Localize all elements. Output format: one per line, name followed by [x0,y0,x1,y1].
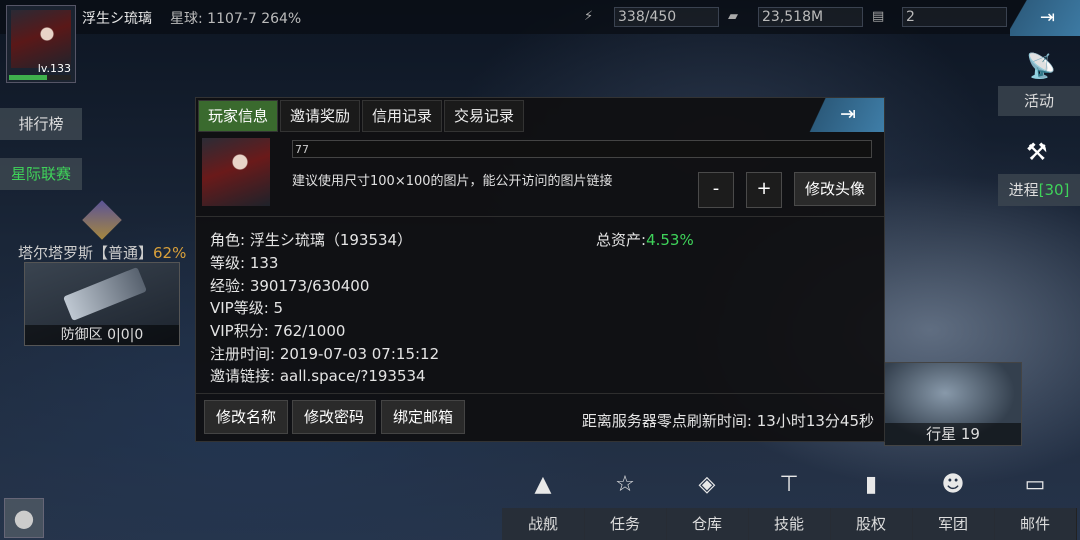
nav-tasks[interactable]: ☆ 任务 [584,472,667,540]
vip-points-info: VIP积分: 762/1000 [210,322,346,340]
rename-button[interactable]: 修改名称 [204,400,288,434]
tab-bar: 玩家信息 邀请奖励 信用记录 交易记录 ⇥ [196,98,884,132]
invite-link-info[interactable]: 邀请链接: aall.space/?193534 [210,365,426,386]
exit-icon: ⇥ [840,103,856,125]
nav-legion[interactable]: ☻ 军团 [912,472,995,540]
player-avatar[interactable]: lv.133 [6,5,76,83]
alliance-name-text: 塔尔塔罗斯【普通】 [18,244,154,262]
boxes-icon: ◈ [698,472,716,497]
progress-button[interactable]: ⚒ 进程[30] [998,138,1080,206]
warship-icon: ▲ [534,472,552,497]
tree-icon: ⊤ [779,472,799,497]
activity-button[interactable]: 📡 活动 [998,48,1080,118]
nav-skills[interactable]: ⊤ 技能 [748,472,831,540]
bind-email-button[interactable]: 绑定邮箱 [381,400,465,434]
minus-button[interactable]: - [698,172,734,208]
card-icon: ▤ [872,9,885,24]
exp-info: 经验: 390173/630400 [210,277,370,295]
tools-icon: ⚒ [1026,138,1048,166]
vip-level-info: VIP等级: 5 [210,299,284,317]
card-value: 2 [902,7,1007,27]
planet-info: 星球: 1107-7 264% [170,11,302,27]
bottom-nav: ▲ 战舰 ☆ 任务 ◈ 仓库 ⊤ 技能 ▮ 股权 ☻ 军团 ▭ 邮件 [502,472,1080,540]
level-info: 等级: 133 [210,254,279,272]
xp-bar [9,75,71,80]
task-icon: ☆ [615,472,635,497]
player-name: 浮生シ琉璃 [82,11,152,27]
ranking-button[interactable]: 排行榜 [0,108,82,140]
money-value: 23,518M [758,7,863,27]
nav-warship[interactable]: ▲ 战舰 [502,472,585,540]
alliance-emblem-icon [82,200,122,240]
league-button[interactable]: 星际联赛 [0,158,82,190]
money-icon: ▰ [728,9,738,24]
role-info: 角色: 浮生シ琉璃（193534） [210,231,413,249]
progress-count: [30] [1038,181,1070,199]
nav-equity[interactable]: ▮ 股权 [830,472,913,540]
player-level: lv.133 [37,62,71,75]
nav-mail[interactable]: ▭ 邮件 [994,472,1077,540]
avatar-hint: 建议使用尺寸100×100的图片，能公开访问的图片链接 [292,174,613,189]
logout-button[interactable]: ⇥ [1010,0,1080,36]
close-button[interactable]: ⇥ [804,98,884,132]
planet-card[interactable]: 行星 19 [884,362,1022,446]
nav-label: 技能 [748,508,831,540]
logout-icon: ⇥ [1040,7,1056,28]
user-icon[interactable]: ● [4,498,44,538]
energy-icon: ⚡ [584,9,594,24]
alliance-percent: 62% [153,244,187,262]
tab-trade-records[interactable]: 交易记录 [444,100,524,132]
total-assets: 总资产:4.53% [596,229,694,250]
group-icon: ☻ [941,472,965,497]
nav-warehouse[interactable]: ◈ 仓库 [666,472,749,540]
plus-button[interactable]: + [746,172,782,208]
nav-label: 任务 [584,508,667,540]
energy-value: 338/450 [614,7,719,27]
assets-value: 4.53% [646,231,694,249]
tab-credit-records[interactable]: 信用记录 [362,100,442,132]
change-password-button[interactable]: 修改密码 [292,400,376,434]
message-icon: ▭ [1024,472,1046,497]
nav-label: 股权 [830,508,913,540]
assets-label: 总资产: [596,231,647,249]
profile-avatar [202,138,270,206]
avatar-url-input[interactable]: 77 [292,140,872,158]
tab-player-info[interactable]: 玩家信息 [198,100,278,132]
refresh-countdown: 距离服务器零点刷新时间: 13小时13分45秒 [581,412,874,430]
defense-zone-card[interactable]: 防御区 0|0|0 [24,262,180,346]
nav-label: 战舰 [502,508,585,540]
change-avatar-button[interactable]: 修改头像 [794,172,876,206]
register-time-info: 注册时间: 2019-07-03 07:15:12 [210,345,440,363]
planet-label: 行星 19 [885,423,1021,445]
defense-zone-label: 防御区 0|0|0 [25,325,179,345]
divider [196,393,884,394]
avatar-section: 77 建议使用尺寸100×100的图片，能公开访问的图片链接 - + 修改头像 [196,132,884,217]
avatar-image [11,10,71,68]
tab-invite-rewards[interactable]: 邀请奖励 [280,100,360,132]
player-info-dialog: 玩家信息 邀请奖励 信用记录 交易记录 ⇥ 77 建议使用尺寸100×100的图… [195,97,885,442]
progress-label: 进程[30] [998,174,1080,206]
ship-image [63,266,147,322]
nav-label: 邮件 [994,508,1077,540]
nav-label: 军团 [912,508,995,540]
alliance-name[interactable]: 塔尔塔罗斯【普通】62% [18,242,186,263]
activity-label: 活动 [998,86,1080,116]
bar-chart-icon: ▮ [864,472,878,497]
satellite-icon: 📡 [1026,52,1056,80]
nav-label: 仓库 [666,508,749,540]
